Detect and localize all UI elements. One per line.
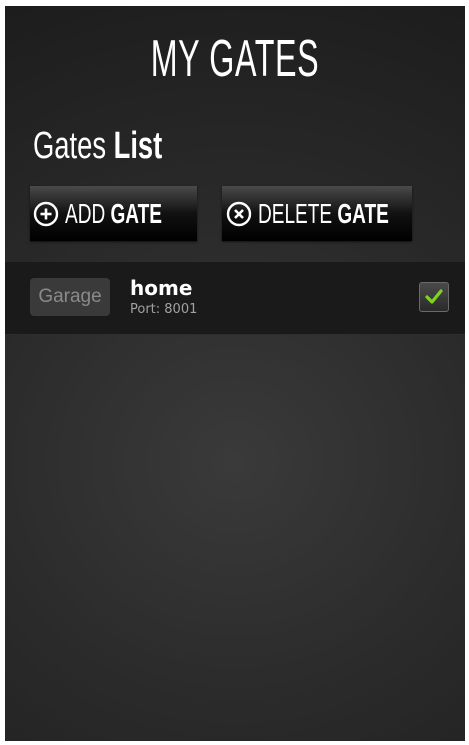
section-title: Gates List bbox=[33, 120, 162, 172]
app-title: MY GATES bbox=[150, 30, 320, 88]
checkmark-icon bbox=[425, 289, 443, 304]
app-screen: MY GATES Gates List ADD GATE DELETE GATE… bbox=[5, 6, 465, 741]
plus-circle-icon bbox=[33, 201, 58, 226]
gate-name: home bbox=[130, 276, 193, 300]
add-gate-label: ADD GATE bbox=[64, 186, 162, 241]
delete-gate-label-bold: GATE bbox=[337, 198, 389, 229]
delete-gate-label: DELETE GATE bbox=[258, 186, 389, 241]
gate-type-badge: Garage bbox=[30, 278, 110, 316]
x-circle-icon bbox=[226, 201, 252, 226]
delete-gate-label-light: DELETE bbox=[258, 198, 333, 229]
gate-select-checkbox[interactable] bbox=[419, 282, 449, 312]
section-title-light: Gates bbox=[33, 125, 107, 167]
delete-gate-button[interactable]: DELETE GATE bbox=[222, 186, 412, 241]
gate-port: Port: 8001 bbox=[130, 302, 198, 317]
add-gate-label-bold: GATE bbox=[109, 198, 162, 229]
gate-list-item[interactable]: Garage home Port: 8001 bbox=[5, 262, 465, 335]
add-gate-button[interactable]: ADD GATE bbox=[30, 186, 197, 241]
section-title-bold: List bbox=[113, 125, 163, 167]
add-gate-label-light: ADD bbox=[64, 198, 105, 229]
